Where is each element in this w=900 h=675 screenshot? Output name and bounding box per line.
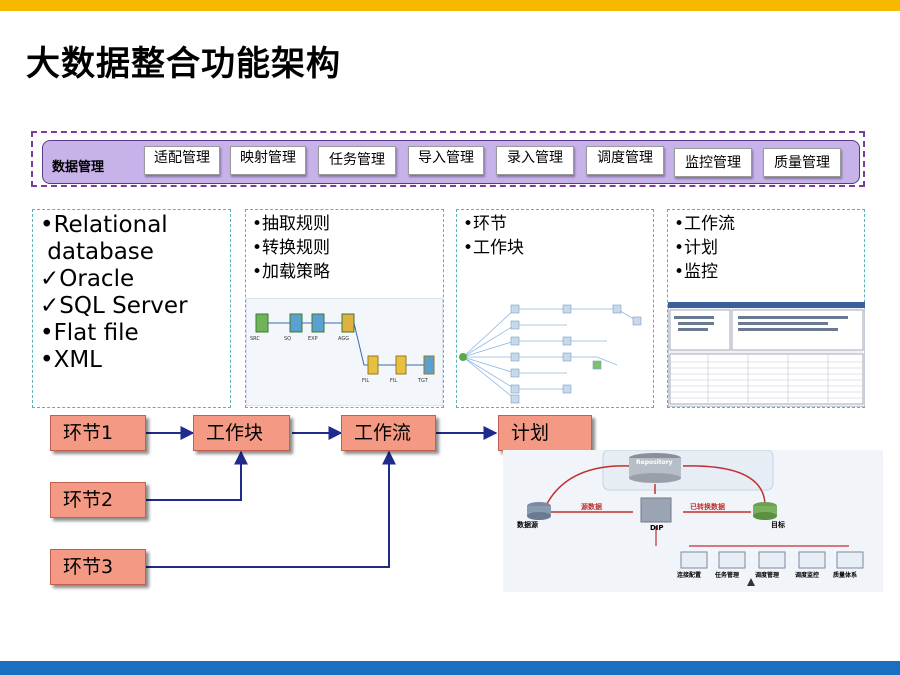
- flow-step1: 环节1: [50, 415, 146, 451]
- target-label: 目标: [771, 521, 785, 529]
- module-label: 任务管理: [715, 572, 740, 579]
- source-data-label: 源数据: [581, 503, 602, 511]
- arrow-step3-workflow: [146, 450, 396, 568]
- converted-label: 已转换数据: [690, 503, 725, 511]
- flow-step3: 环节3: [50, 549, 146, 585]
- module-label: 调度管理: [755, 572, 780, 579]
- bottom-accent-bar: [0, 661, 900, 675]
- flow-block: 工作块: [193, 415, 290, 451]
- module-label: 调度监控: [795, 572, 820, 579]
- dip-label: DIP: [650, 524, 664, 532]
- flow-step2: 环节2: [50, 482, 146, 518]
- flow-workflow: 工作流: [341, 415, 436, 451]
- source-label: 数据源: [517, 521, 538, 529]
- module-label: 连接配置: [677, 572, 702, 579]
- module-label: 质量体系: [833, 572, 858, 579]
- flow-plan: 计划: [498, 415, 592, 451]
- architecture-illustration: Repository 数据源 源数据 DIP 已转换数据 目标 连接配置 任务管…: [503, 450, 883, 592]
- repository-label: Repository: [636, 459, 673, 466]
- arrow-step2-block: [146, 450, 248, 501]
